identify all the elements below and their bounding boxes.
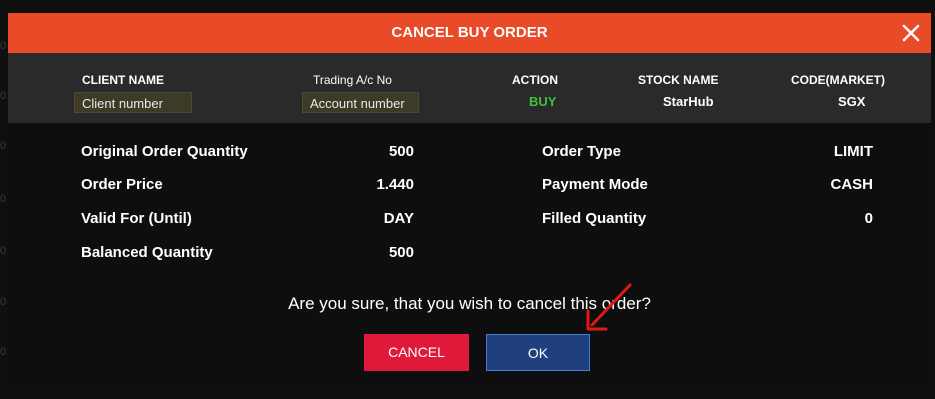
order-type-value: LIMIT — [833, 143, 873, 160]
client-name-label: CLIENT NAME — [82, 73, 164, 87]
payment-mode-value: CASH — [830, 176, 873, 193]
filled-qty-value: 0 — [864, 210, 873, 227]
balanced-qty-value: 500 — [388, 244, 414, 261]
order-info-bar: CLIENT NAME Client number Trading A/c No… — [8, 53, 931, 123]
dialog-title: CANCEL BUY ORDER — [391, 24, 548, 41]
trading-ac-field[interactable]: Account number — [302, 92, 419, 113]
background-cell: 0 — [0, 140, 7, 152]
close-icon — [902, 24, 920, 42]
confirm-message: Are you sure, that you wish to cancel th… — [288, 294, 651, 313]
valid-for-label: Valid For (Until) — [81, 210, 192, 227]
payment-mode-label: Payment Mode — [542, 176, 648, 193]
cancel-button[interactable]: CANCEL — [364, 334, 469, 371]
action-value: BUY — [529, 94, 557, 109]
client-name-field[interactable]: Client number — [74, 92, 192, 113]
order-price-value: 1.440 — [376, 176, 414, 193]
background-cell: 0 — [0, 245, 7, 257]
close-button[interactable] — [897, 19, 925, 47]
stock-name-value: StarHub — [663, 94, 714, 109]
code-market-value: SGX — [838, 94, 866, 109]
dialog-header: CANCEL BUY ORDER — [8, 13, 931, 53]
code-market-label: CODE(MARKET) — [791, 73, 885, 87]
background-cell: 0 — [0, 193, 7, 205]
original-qty-value: 500 — [388, 143, 414, 160]
original-qty-label: Original Order Quantity — [81, 143, 248, 160]
background-cell: 0 — [0, 346, 7, 358]
filled-qty-label: Filled Quantity — [542, 210, 647, 227]
order-type-label: Order Type — [542, 143, 621, 160]
balanced-qty-label: Balanced Quantity — [81, 244, 213, 261]
background-cell: 0 — [0, 296, 7, 308]
cancel-order-dialog: CANCEL BUY ORDER CLIENT NAME Client numb… — [8, 13, 931, 383]
trading-ac-label: Trading A/c No — [313, 73, 392, 87]
ok-button[interactable]: OK — [486, 334, 590, 371]
order-price-label: Order Price — [81, 176, 163, 193]
background-cell: 0 — [0, 40, 7, 52]
background-cell: 0 — [0, 90, 7, 102]
action-label: ACTION — [512, 73, 558, 87]
stock-name-label: STOCK NAME — [638, 73, 719, 87]
valid-for-value: DAY — [383, 210, 414, 227]
